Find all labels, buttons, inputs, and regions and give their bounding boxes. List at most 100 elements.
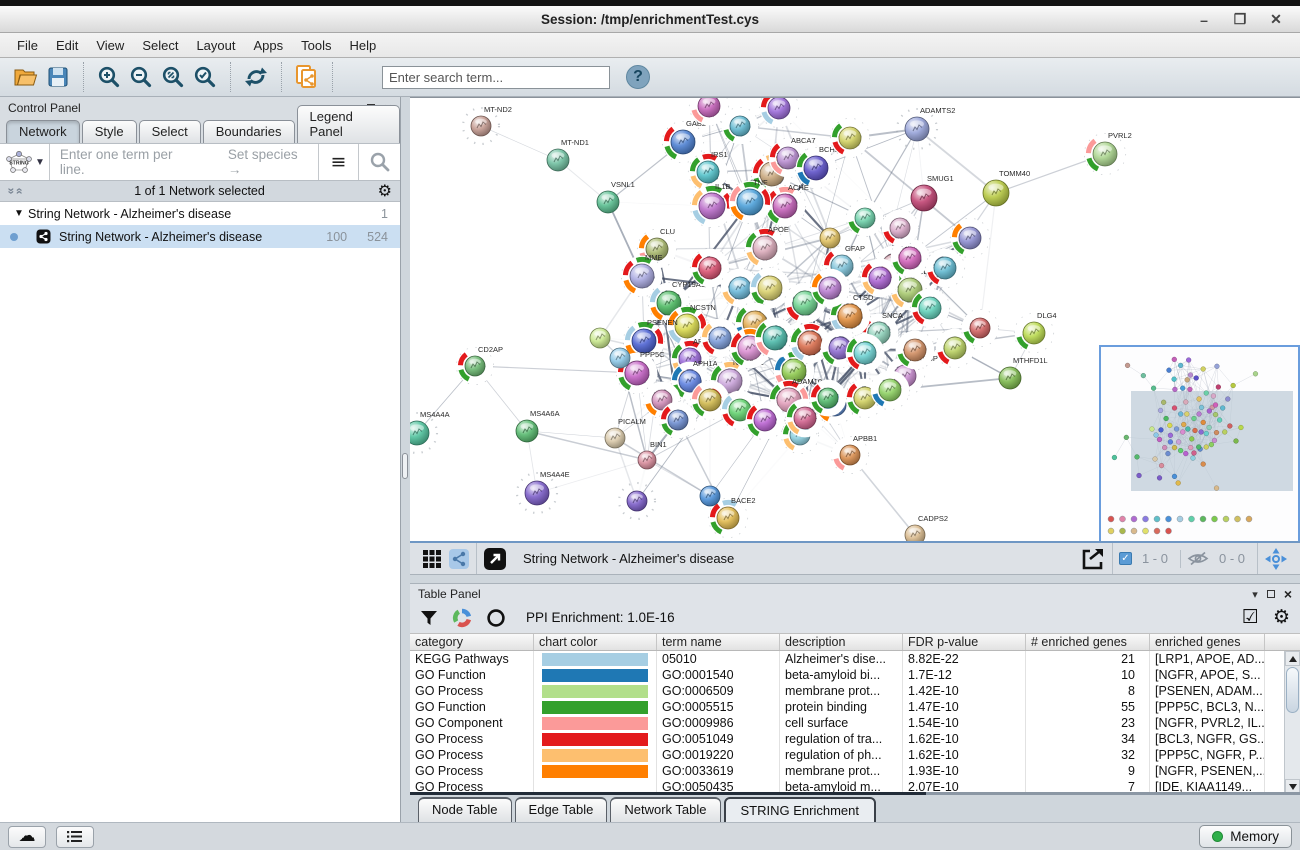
automation-button[interactable]: ☁: [8, 826, 46, 848]
network-node[interactable]: [619, 483, 655, 519]
table-row[interactable]: GO ProcessGO:0033619membrane prot...1.93…: [410, 763, 1281, 779]
table-row[interactable]: GO ProcessGO:0006509membrane prot...1.42…: [410, 683, 1281, 699]
column-header[interactable]: term name: [657, 634, 780, 650]
zoom-in-button[interactable]: [93, 61, 125, 93]
string-source-dropdown[interactable]: STRING ▼: [0, 144, 50, 180]
network-node[interactable]: [700, 486, 720, 506]
share-network-icon[interactable]: [448, 548, 470, 570]
gear-icon[interactable]: ⚙: [1273, 608, 1290, 627]
network-node[interactable]: [722, 108, 758, 144]
network-node-mthfd1l[interactable]: MTHFD1L: [999, 356, 1048, 389]
memory-button[interactable]: Memory: [1199, 825, 1292, 848]
panel-close-icon[interactable]: ×: [1284, 590, 1292, 598]
tab-select[interactable]: Select: [139, 120, 201, 143]
string-options-menu-button[interactable]: ≡: [318, 144, 358, 180]
column-header[interactable]: enriched genes: [1150, 634, 1265, 650]
network-node[interactable]: [820, 228, 840, 248]
birdseye-graph[interactable]: [1101, 347, 1298, 541]
menu-edit[interactable]: Edit: [47, 35, 87, 56]
collapse-all-icon[interactable]: »: [11, 188, 25, 195]
tab-legend-panel[interactable]: Legend Panel: [297, 105, 400, 143]
network-node[interactable]: [755, 318, 795, 358]
network-node[interactable]: [951, 219, 989, 257]
menu-view[interactable]: View: [87, 35, 133, 56]
table-row[interactable]: GO ProcessGO:0019220regulation of ph...1…: [410, 747, 1281, 763]
table-row[interactable]: GO ProcessGO:0051049regulation of tra...…: [410, 731, 1281, 747]
string-query-input[interactable]: Enter one term per line. Set species →: [50, 147, 318, 177]
zoom-out-button[interactable]: [125, 61, 157, 93]
network-node-ms4a4a[interactable]: MS4A4A: [410, 410, 450, 453]
grid-view-icon[interactable]: [422, 549, 442, 569]
gear-icon[interactable]: ⚙: [378, 183, 392, 199]
collection-expander-icon[interactable]: ▼: [14, 208, 28, 219]
string-search-button[interactable]: [358, 144, 400, 180]
network-node[interactable]: [882, 210, 918, 246]
scroll-up-button[interactable]: [1285, 651, 1300, 666]
enrichment-table[interactable]: KEGG Pathways05010Alzheimer's dise...8.8…: [410, 651, 1300, 792]
column-header[interactable]: FDR p-value: [903, 634, 1026, 650]
menu-select[interactable]: Select: [133, 35, 187, 56]
table-row[interactable]: GO ProcessGO:0050435beta-amyloid m...2.0…: [410, 779, 1281, 792]
table-row[interactable]: GO ComponentGO:0009986cell surface1.54E-…: [410, 715, 1281, 731]
network-node-adamts2[interactable]: ADAMTS2: [897, 106, 955, 149]
panel-menu-icon[interactable]: ▾: [1252, 588, 1258, 601]
menu-file[interactable]: File: [8, 35, 47, 56]
minimize-button[interactable]: –: [1188, 9, 1220, 31]
close-button[interactable]: ✕: [1260, 9, 1292, 31]
birdseye-overview[interactable]: [1099, 345, 1300, 541]
network-node-apbb1[interactable]: APBB1: [832, 434, 877, 473]
table-row[interactable]: KEGG Pathways05010Alzheimer's dise...8.8…: [410, 651, 1281, 667]
column-header[interactable]: # enriched genes: [1026, 634, 1150, 650]
network-node[interactable]: [896, 331, 934, 369]
scroll-down-button[interactable]: [1285, 779, 1300, 792]
zoom-fit-button[interactable]: [157, 61, 189, 93]
zoom-selected-button[interactable]: [189, 61, 221, 93]
table-row[interactable]: GO FunctionGO:0005515protein binding1.47…: [410, 699, 1281, 715]
network-node-mt-nd2[interactable]: MT-ND2: [463, 105, 512, 144]
network-node-il1b[interactable]: IL1B: [691, 182, 733, 227]
table-scrollbar[interactable]: [1284, 651, 1300, 792]
splitter-handle[interactable]: [402, 453, 408, 479]
network-node[interactable]: [811, 269, 849, 307]
tab-node-table[interactable]: Node Table: [418, 797, 512, 823]
menu-help[interactable]: Help: [341, 35, 386, 56]
network-node-ms4a4e[interactable]: MS4A4E: [517, 470, 570, 513]
navigator-crosshair-icon[interactable]: [1264, 547, 1288, 571]
network-canvas[interactable]: MT-ND2MT-ND1VSNL1GAB2ADAMTS2SMUG1TOMM40P…: [410, 97, 1300, 541]
donut-chart-icon[interactable]: [452, 608, 472, 628]
menu-tools[interactable]: Tools: [292, 35, 340, 56]
network-node[interactable]: [911, 289, 949, 327]
selected-nodes-checkbox-icon[interactable]: ✓: [1119, 552, 1132, 565]
select-terms-checkbox-icon[interactable]: ☑: [1242, 608, 1259, 627]
column-header[interactable]: category: [410, 634, 534, 650]
tab-style[interactable]: Style: [82, 120, 137, 143]
tab-network[interactable]: Network: [6, 120, 80, 143]
column-header[interactable]: chart color: [534, 634, 657, 650]
tab-network-table[interactable]: Network Table: [610, 797, 720, 823]
panel-float-icon[interactable]: [1267, 590, 1275, 598]
refresh-button[interactable]: [240, 61, 272, 93]
help-button[interactable]: ?: [626, 65, 650, 89]
tab-edge-table[interactable]: Edge Table: [515, 797, 608, 823]
open-session-button[interactable]: [10, 61, 42, 93]
network-node-apoe[interactable]: APOE: [745, 225, 789, 268]
network-node[interactable]: [926, 249, 964, 287]
set-species-hint[interactable]: Set species →: [228, 147, 308, 177]
network-node-vsnl1[interactable]: VSNL1: [597, 180, 635, 213]
network-node[interactable]: [746, 401, 784, 439]
export-network-icon[interactable]: [1080, 546, 1106, 572]
menu-apps[interactable]: Apps: [245, 35, 293, 56]
network-from-file-button[interactable]: [291, 61, 323, 93]
maximize-button[interactable]: ❐: [1224, 9, 1256, 31]
filter-funnel-icon[interactable]: [420, 610, 438, 626]
tab-boundaries[interactable]: Boundaries: [203, 120, 295, 143]
network-node-pvrl2[interactable]: PVRL2: [1085, 131, 1132, 174]
network-row-selected[interactable]: String Network - Alzheimer's disease 100…: [0, 225, 400, 248]
network-node-tomm40[interactable]: TOMM40: [983, 169, 1030, 206]
column-header[interactable]: description: [780, 634, 903, 650]
search-input[interactable]: [382, 66, 610, 89]
network-node-dlg4[interactable]: DLG4: [1015, 311, 1057, 352]
external-link-icon[interactable]: [483, 547, 507, 571]
network-node-smug1[interactable]: SMUG1: [911, 174, 954, 211]
network-node-cd2ap[interactable]: CD2AP: [457, 345, 503, 384]
